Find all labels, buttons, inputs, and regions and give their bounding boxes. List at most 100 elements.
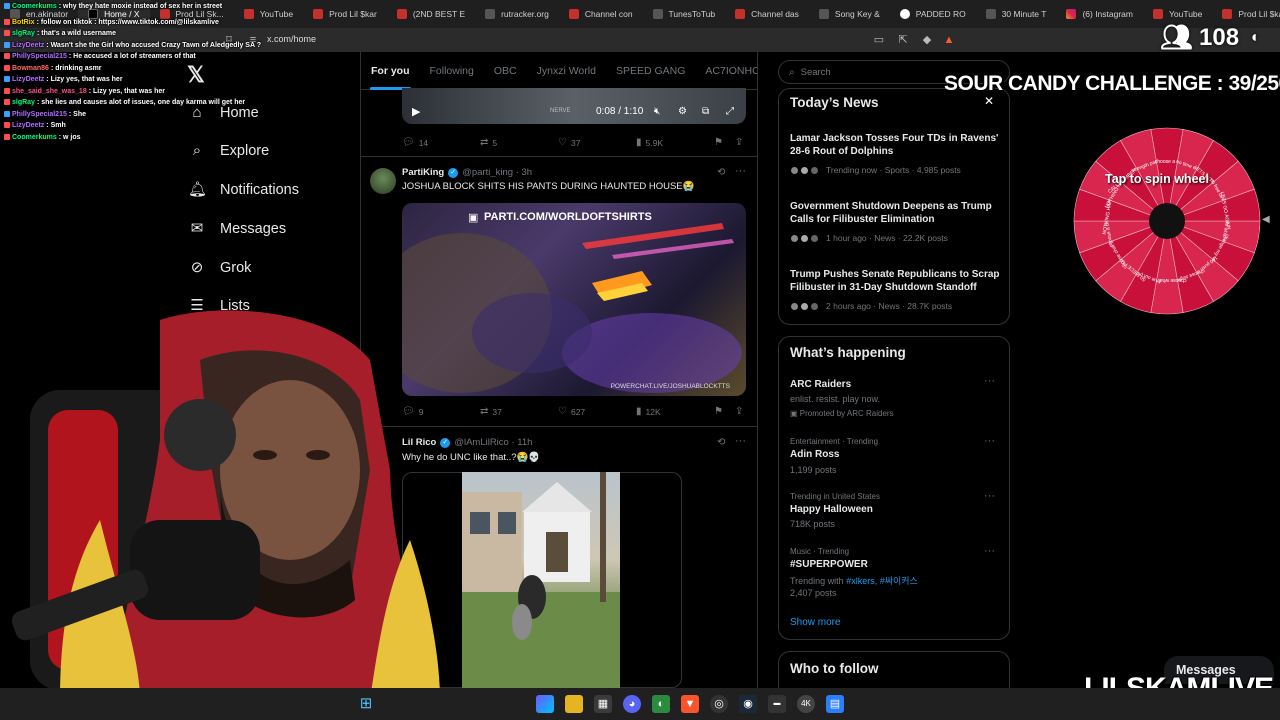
bookmark-button[interactable]: ⚑ xyxy=(714,406,723,417)
heart-icon: ♡ xyxy=(558,406,567,417)
chat-message: Bowman86: drinking asmr xyxy=(4,65,102,72)
close-icon[interactable]: ✕ xyxy=(984,94,994,108)
browser-tab[interactable]: Channel das xyxy=(725,0,809,28)
chat-username[interactable]: PhillySpecial215 xyxy=(12,111,67,118)
pip-icon[interactable]: ⧉ xyxy=(702,106,709,117)
repost-button[interactable]: ⇄ 5 xyxy=(480,137,497,148)
chat-message: PhillySpecial215: She xyxy=(4,111,86,118)
chat-username[interactable]: slgRay xyxy=(12,99,35,106)
notepad-icon[interactable]: ▤ xyxy=(826,695,844,713)
trend-title[interactable]: #SUPERPOWER xyxy=(790,559,868,570)
grok-explain-icon[interactable]: ⟲ xyxy=(717,167,725,178)
chat-username[interactable]: Coomerkums xyxy=(12,134,57,141)
video-player[interactable]: ▶ NERVE 0:08 / 1:10 🔇︎ ⚙ ⧉ ⤢ xyxy=(402,88,746,124)
fullscreen-icon[interactable]: ⤢ xyxy=(726,106,734,117)
views-button[interactable]: ▮ 12K xyxy=(636,406,661,417)
feed-tab[interactable]: Following xyxy=(420,52,484,89)
like-button[interactable]: ♡ 37 xyxy=(558,137,580,148)
more-icon[interactable]: ··· xyxy=(735,165,746,177)
spin-wheel-label[interactable]: Tap to spin wheel xyxy=(1105,172,1209,186)
share-icon[interactable]: ⇱ xyxy=(896,33,910,47)
4k-app-icon[interactable]: 4K xyxy=(797,695,815,713)
chat-username[interactable]: Coomerkums xyxy=(12,3,57,10)
challenge-counter: SOUR CANDY CHALLENGE : 39/250 xyxy=(944,72,1280,95)
trend-title[interactable]: ARC Raiders xyxy=(790,379,851,390)
mute-icon[interactable]: 🔇︎ xyxy=(654,106,660,117)
nav-messages-label: Messages xyxy=(220,221,287,237)
browser-tab[interactable]: PADDED RO xyxy=(890,0,976,28)
obs-icon[interactable]: ◎ xyxy=(710,695,728,713)
feed-tab[interactable]: For you xyxy=(361,52,420,90)
settings-icon[interactable]: ⚙ xyxy=(678,106,687,117)
browser-tab[interactable]: 30 Minute T xyxy=(976,0,1057,28)
share-button[interactable]: ⇪ xyxy=(735,137,743,148)
nav-grok[interactable]: ⊘ Grok xyxy=(188,259,252,277)
browser-tab[interactable]: Channel con xyxy=(559,0,643,28)
avatar[interactable] xyxy=(370,168,396,194)
more-icon[interactable]: ··· xyxy=(984,375,995,387)
trend-with-tags[interactable]: #xlkers, #싸이커스 xyxy=(846,576,918,586)
chat-username[interactable]: she_said_she_was_18 xyxy=(12,88,87,95)
browser-tab[interactable]: (6) Instagram xyxy=(1056,0,1143,28)
share-button[interactable]: ⇪ xyxy=(735,406,743,417)
more-icon[interactable]: ··· xyxy=(984,545,995,557)
news-meta-text: Trending now · Sports · 4,985 posts xyxy=(826,165,961,175)
rewards-icon[interactable]: ▲ xyxy=(942,33,956,47)
repost-button[interactable]: ⇄ 37 xyxy=(480,406,502,417)
store-icon[interactable]: ▦ xyxy=(594,695,612,713)
more-icon[interactable]: ··· xyxy=(735,435,746,447)
chat-username[interactable]: LizyDeetz xyxy=(12,122,44,129)
screen-icon[interactable]: ▭ xyxy=(872,33,886,47)
tweet-video[interactable] xyxy=(462,472,620,688)
discord-icon[interactable]: ◕ xyxy=(623,695,641,713)
views-button[interactable]: ▮ 5.9K xyxy=(636,137,663,148)
brave-icon[interactable]: ▼ xyxy=(681,695,699,713)
browser-tab[interactable]: Song Key & xyxy=(809,0,890,28)
play-icon[interactable]: ▶ xyxy=(412,105,420,118)
like-button[interactable]: ♡ 627 xyxy=(558,406,585,417)
trend-title[interactable]: Adin Ross xyxy=(790,449,839,460)
brave-shield-icon[interactable]: ◆ xyxy=(920,33,934,47)
author-handle[interactable]: @parti_king · 3h xyxy=(462,167,532,178)
news-item-title[interactable]: Government Shutdown Deepens as Trump Cal… xyxy=(790,200,1004,226)
browser-tab[interactable]: TunesToTub xyxy=(643,0,726,28)
chat-badge-icon xyxy=(4,30,10,37)
spin-wheel[interactable]: choose what i draw change my voice 100 pus… xyxy=(1072,126,1262,316)
browser-tab[interactable]: rutracker.org xyxy=(475,0,559,28)
chat-username[interactable]: PhillySpecial215 xyxy=(12,53,67,60)
app-icon-2[interactable]: ▬ xyxy=(768,695,786,713)
chat-username[interactable]: LizyDeetz xyxy=(12,42,44,49)
nav-messages[interactable]: ✉ Messages xyxy=(188,220,286,238)
trend-title[interactable]: Happy Halloween xyxy=(790,504,873,515)
verified-icon: ✓ xyxy=(448,167,459,178)
feed-tab[interactable]: OBC xyxy=(484,52,527,89)
feed-tab[interactable]: SPEED GANG xyxy=(606,52,695,89)
chart-icon: ▮ xyxy=(636,406,642,417)
feed-tab[interactable]: Jynxzi World xyxy=(527,52,606,89)
feed-tab[interactable]: AC7IONHOU xyxy=(695,52,757,89)
chat-username[interactable]: LizyDeetz xyxy=(12,76,44,83)
more-icon[interactable]: ··· xyxy=(984,435,995,447)
copilot-icon[interactable] xyxy=(536,695,554,713)
bookmark-button[interactable]: ⚑ xyxy=(714,137,723,148)
steam-icon[interactable]: ◉ xyxy=(739,695,757,713)
news-item-title[interactable]: Lamar Jackson Tosses Four TDs in Ravens'… xyxy=(790,132,1004,158)
chat-username[interactable]: Bowman86 xyxy=(12,65,49,72)
chat-username[interactable]: slgRay xyxy=(12,30,35,37)
show-more-link[interactable]: Show more xyxy=(790,617,841,628)
windows-start-icon[interactable]: ⊞ xyxy=(357,695,375,713)
nav-notifications[interactable]: 🔔︎ Notifications xyxy=(188,181,299,199)
grok-explain-icon[interactable]: ⟲ xyxy=(717,437,725,448)
news-item-title[interactable]: Trump Pushes Senate Republicans to Scrap… xyxy=(790,268,1004,294)
browser-tab[interactable]: (2ND BEST E xyxy=(387,0,475,28)
chat-badge-icon xyxy=(4,41,10,48)
chat-username[interactable]: BotRix xyxy=(12,19,35,26)
file-explorer-icon[interactable] xyxy=(565,695,583,713)
reply-button[interactable]: 💬︎ 14 xyxy=(402,137,428,148)
repost-count: 37 xyxy=(492,406,502,417)
author-name[interactable]: PartiKing xyxy=(402,167,444,178)
app-icon[interactable]: ◐ xyxy=(652,695,670,713)
divider xyxy=(360,156,758,157)
more-icon[interactable]: ··· xyxy=(984,490,995,502)
trend-count: 2,407 posts xyxy=(790,588,837,598)
